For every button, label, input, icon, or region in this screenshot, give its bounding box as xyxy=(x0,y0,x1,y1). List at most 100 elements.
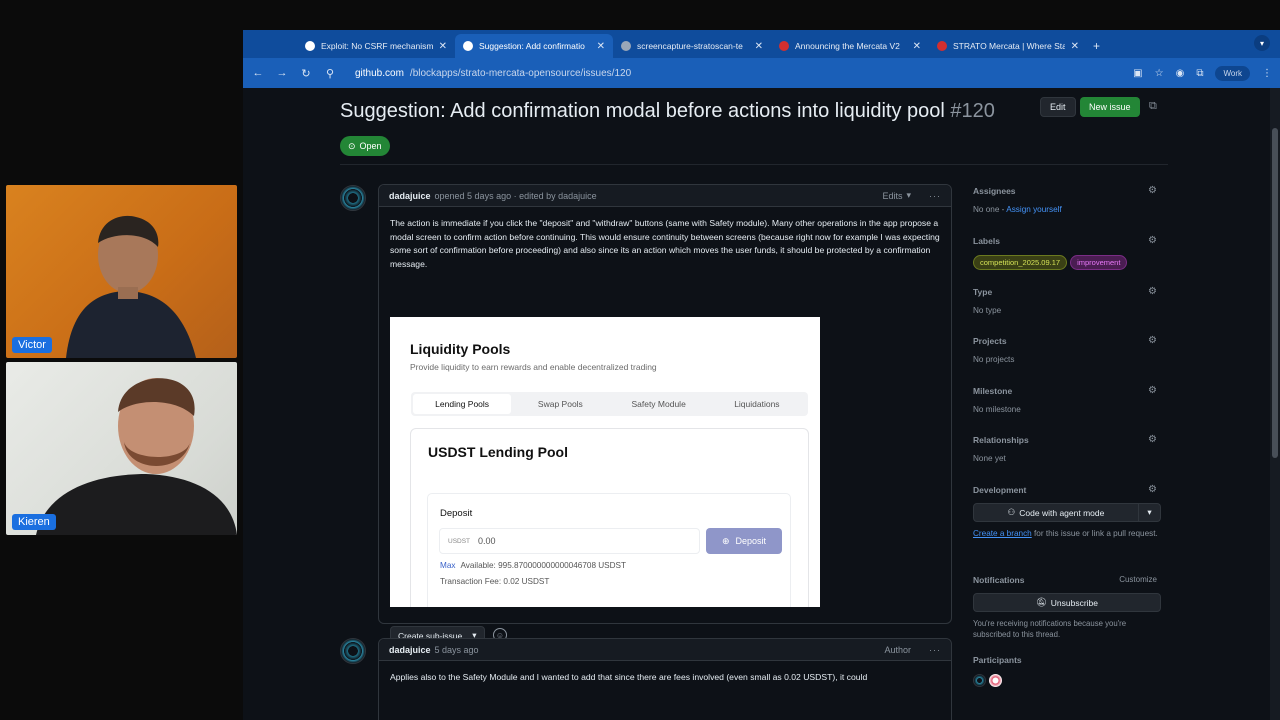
deposit-button-label: Deposit xyxy=(735,536,767,546)
sidebar-labels: Labels ⚙ competition_2025.09.17 improveme… xyxy=(973,235,1163,270)
scrollbar-thumb[interactable] xyxy=(1272,128,1278,458)
sidebar-projects: Projects ⚙ No projects xyxy=(973,335,1163,364)
sidebar-participants: Participants xyxy=(973,655,1163,687)
tab-title: screencapture-stratoscan-te xyxy=(637,41,743,51)
card-title: USDST Lending Pool xyxy=(428,444,568,460)
site-icon xyxy=(779,41,789,51)
tab-liquidations: Liquidations xyxy=(734,399,780,409)
tab-swap-pools: Swap Pools xyxy=(537,399,583,409)
comment-header: dadajuice opened 5 days ago · edited by … xyxy=(379,185,951,207)
code-with-agent-label: Code with agent mode xyxy=(1019,507,1105,518)
relationships-value: None yet xyxy=(973,454,1006,463)
plus-circle-icon: ⊕ xyxy=(721,535,730,546)
participant-avatar[interactable] xyxy=(973,674,986,687)
notifications-note: You're receiving notifications because y… xyxy=(973,619,1127,639)
browser-tab[interactable]: Announcing the Mercata V2 ✕ xyxy=(771,34,929,58)
edits-dropdown[interactable]: Edits xyxy=(882,191,902,201)
agent-icon: ⚇ xyxy=(1007,507,1016,517)
tab-safety-module: Safety Module xyxy=(631,399,686,409)
section-title: Projects xyxy=(973,336,1007,346)
tab-strip: Exploit: No CSRF mechanism ✕ Suggestion:… xyxy=(243,30,1280,58)
sidebar-development: Development ⚙ ⚇ Code with agent mode ▾ Cr… xyxy=(973,484,1163,539)
globe-icon xyxy=(621,41,631,51)
extension-icon[interactable]: ◉ xyxy=(1176,68,1185,79)
label-pill[interactable]: improvement xyxy=(1070,255,1128,270)
browser-tab[interactable]: Exploit: No CSRF mechanism ✕ xyxy=(297,34,455,58)
section-title: Labels xyxy=(973,236,1000,246)
embed-title: Liquidity Pools xyxy=(410,341,511,357)
cast-icon[interactable]: ▣ xyxy=(1133,68,1142,79)
label-pill[interactable]: competition_2025.09.17 xyxy=(973,255,1068,270)
reload-icon[interactable]: ↻ xyxy=(299,67,313,80)
address-bar[interactable]: github.com/blockapps/strato-mercata-open… xyxy=(347,62,1123,84)
new-tab-icon[interactable]: + xyxy=(1093,34,1100,58)
puzzle-icon[interactable]: ⧉ xyxy=(1196,68,1203,79)
profile-button[interactable]: Work xyxy=(1215,65,1250,81)
back-icon[interactable]: ← xyxy=(251,67,265,79)
menu-icon[interactable]: ⋮ xyxy=(1262,68,1272,79)
avatar[interactable] xyxy=(340,638,366,664)
participant-video xyxy=(66,215,196,358)
currency-label: USDST xyxy=(448,537,471,545)
open-circle-icon: ⊙ xyxy=(348,140,356,151)
edit-button[interactable]: Edit xyxy=(1040,97,1076,117)
screen: Victor Kieren Exploit: No CSRF mechanism… xyxy=(0,0,1280,720)
chevron-down-icon[interactable]: ▾ xyxy=(1139,503,1161,522)
deposit-panel: Deposit USDST 0.00 ⊕ Deposit Max Availabl… xyxy=(427,493,791,607)
deposit-label: Deposit xyxy=(440,508,473,519)
section-title: Type xyxy=(973,287,993,297)
comment: dadajuice 5 days ago Author ··· Applies … xyxy=(378,638,952,720)
comment-author[interactable]: dadajuice xyxy=(389,191,431,201)
avatar[interactable] xyxy=(340,185,366,211)
gear-icon[interactable]: ⚙ xyxy=(1148,484,1157,495)
forward-icon[interactable]: → xyxy=(275,67,289,79)
close-icon[interactable]: ✕ xyxy=(1071,41,1079,52)
participant-name: Victor xyxy=(12,337,52,353)
development-note: for this issue or link a pull request. xyxy=(1034,529,1158,538)
comment-author[interactable]: dadajuice xyxy=(389,645,431,655)
tab-title: STRATO Mercata | Where Sta xyxy=(953,41,1065,51)
browser-tab[interactable]: STRATO Mercata | Where Sta ✕ xyxy=(929,34,1087,58)
close-icon[interactable]: ✕ xyxy=(439,41,447,52)
comment-meta: 5 days ago xyxy=(434,644,479,655)
customize-link[interactable]: Customize xyxy=(1119,575,1157,584)
site-info-icon[interactable]: ⚲ xyxy=(323,67,337,80)
chevron-down-icon[interactable]: ▾ xyxy=(1254,35,1270,51)
copy-link-icon[interactable]: ⧉ xyxy=(1149,100,1161,112)
gear-icon[interactable]: ⚙ xyxy=(1148,335,1157,346)
more-options-icon[interactable]: ··· xyxy=(929,645,941,655)
milestone-value: No milestone xyxy=(973,405,1021,414)
assign-yourself-link[interactable]: Assign yourself xyxy=(1006,205,1062,214)
comment-body: Applies also to the Safety Module and I … xyxy=(390,672,868,682)
section-title: Development xyxy=(973,485,1027,495)
close-icon[interactable]: ✕ xyxy=(597,41,605,52)
section-title: Milestone xyxy=(973,386,1013,396)
gear-icon[interactable]: ⚙ xyxy=(1148,385,1157,396)
new-issue-button[interactable]: New issue xyxy=(1080,97,1140,117)
gear-icon[interactable]: ⚙ xyxy=(1148,235,1157,246)
scrollbar[interactable] xyxy=(1270,88,1280,720)
close-icon[interactable]: ✕ xyxy=(913,41,921,52)
browser-tab[interactable]: screencapture-stratoscan-te ✕ xyxy=(613,34,771,58)
more-options-icon[interactable]: ··· xyxy=(929,191,941,201)
code-with-agent-button[interactable]: ⚇ Code with agent mode xyxy=(973,503,1139,522)
participant-name: Kieren xyxy=(12,514,56,530)
embed-subtitle: Provide liquidity to earn rewards and en… xyxy=(410,362,657,372)
gear-icon[interactable]: ⚙ xyxy=(1148,434,1157,445)
embed-tabs: Lending Pools Swap Pools Safety Module L… xyxy=(411,392,808,416)
video-tile-victor: Victor xyxy=(6,185,237,358)
gear-icon[interactable]: ⚙ xyxy=(1148,185,1157,196)
video-tile-kieren: Kieren xyxy=(6,362,237,535)
unsubscribe-button[interactable]: 🔕︎ Unsubscribe xyxy=(973,593,1161,612)
close-icon[interactable]: ✕ xyxy=(755,41,763,52)
amount-input: USDST 0.00 xyxy=(439,528,700,554)
chevron-down-icon: ▾ xyxy=(906,190,911,200)
star-icon[interactable]: ☆ xyxy=(1155,68,1164,79)
deposit-button: ⊕ Deposit xyxy=(706,528,782,554)
participant-avatar[interactable] xyxy=(989,674,1002,687)
create-branch-link[interactable]: Create a branch xyxy=(973,529,1032,538)
gear-icon[interactable]: ⚙ xyxy=(1148,286,1157,297)
browser-tab-active[interactable]: Suggestion: Add confirmatio ✕ xyxy=(455,34,613,58)
sidebar-milestone: Milestone ⚙ No milestone xyxy=(973,385,1163,414)
assignees-value: No one - xyxy=(973,205,1005,214)
